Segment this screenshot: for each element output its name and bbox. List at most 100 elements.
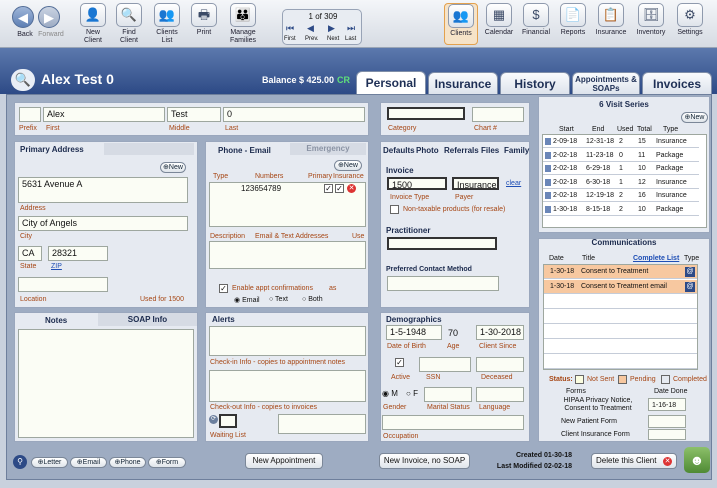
search-icon[interactable]: 🔍 — [11, 69, 35, 91]
tab-defaults[interactable]: Defaults — [383, 146, 415, 155]
ssn-field[interactable] — [419, 357, 471, 372]
clients-list-button[interactable]: 👥 Clients List — [150, 3, 184, 45]
prev-record-icon[interactable]: ◀ — [307, 23, 314, 34]
visit-row[interactable]: 2-02-18 12-19-18 2 16 Insurance — [543, 189, 699, 202]
payer-field[interactable]: Insurance — [452, 177, 499, 190]
insurance-button[interactable]: 📋 Insurance — [593, 3, 629, 45]
tab-referrals[interactable]: Referrals — [444, 146, 479, 155]
calendar-button[interactable]: ▦ Calendar — [482, 3, 516, 45]
android-icon[interactable]: ☻ — [684, 447, 710, 473]
delete-client-button[interactable]: Delete this Client ✕ — [591, 453, 677, 469]
radio-both[interactable]: ○ Both — [302, 296, 323, 303]
nontax-checkbox[interactable] — [390, 205, 399, 214]
waiting-list-field[interactable] — [219, 414, 237, 428]
settings-button[interactable]: ⚙ Settings — [672, 3, 708, 45]
address-field[interactable]: 5631 Avenue A — [18, 177, 188, 203]
practitioner-field[interactable] — [387, 237, 497, 250]
letter-button[interactable]: ⊕Letter — [31, 457, 68, 468]
clear-link[interactable]: clear — [506, 180, 521, 187]
first-record-icon[interactable]: ⏮ — [286, 23, 294, 34]
invoice-type-field[interactable]: 1500 — [387, 177, 447, 190]
dob-field[interactable]: 1-5-1948 — [386, 325, 442, 340]
state-field[interactable]: CA — [18, 246, 42, 261]
print-button[interactable]: 🖶 Print — [189, 3, 219, 45]
notes-field[interactable] — [18, 329, 194, 438]
tab-invoices[interactable]: Invoices — [642, 72, 712, 94]
checkin-field[interactable] — [209, 326, 366, 356]
forward-arrow-icon[interactable]: ▶ — [38, 6, 60, 28]
communication-row[interactable]: 1-30-18 Consent to Treatment @ — [544, 265, 697, 279]
deceased-field[interactable] — [476, 357, 524, 372]
clients-module-button[interactable]: 👥 Clients — [444, 3, 478, 45]
tab-files[interactable]: Files — [481, 146, 499, 155]
phone-button[interactable]: ⊕Phone — [109, 457, 146, 468]
insurance-checkbox[interactable]: ✓ — [335, 184, 344, 193]
new-appointment-button[interactable]: New Appointment — [245, 453, 323, 469]
contact-method-field[interactable] — [387, 276, 499, 291]
gender-male-radio[interactable]: ◉ M — [382, 389, 398, 398]
first-name-field[interactable]: Alex — [43, 107, 165, 122]
visit-row[interactable]: 2-02-18 6-29-18 1 10 Package — [543, 162, 699, 175]
tab-soap-info[interactable]: SOAP Info — [98, 313, 197, 326]
form-button[interactable]: ⊕Form — [148, 457, 186, 468]
radio-text[interactable]: ○ Text — [269, 296, 288, 303]
new-client-button[interactable]: 👤 New Client — [77, 3, 109, 45]
tab-family[interactable]: Family — [504, 146, 529, 155]
inventory-button[interactable]: 🗄 Inventory — [633, 3, 669, 45]
waiting-list-icon[interactable]: ⟳ — [209, 415, 218, 424]
middle-name-field[interactable]: Test — [167, 107, 221, 122]
primary-checkbox[interactable]: ✓ — [324, 184, 333, 193]
confirm-checkbox[interactable]: ✓ — [219, 284, 228, 293]
reports-button[interactable]: 📄 Reports — [557, 3, 589, 45]
visit-row[interactable]: 2-02-18 11-23-18 0 11 Package — [543, 149, 699, 162]
form-hipaa-date[interactable]: 1-16-18 — [648, 398, 686, 411]
language-field[interactable] — [476, 387, 524, 402]
next-record-icon[interactable]: ▶ — [328, 23, 335, 34]
marital-status-field[interactable] — [424, 387, 472, 402]
gender-female-radio[interactable]: ○ F — [406, 389, 418, 398]
find-client-button[interactable]: 🔍 Find Client — [113, 3, 145, 45]
new-address-button[interactable]: ⊕New — [160, 162, 186, 173]
delete-icon[interactable]: ✕ — [347, 184, 356, 193]
tab-photo[interactable]: Photo — [416, 146, 439, 155]
communication-row[interactable]: 1-30-18 Consent to Treatment email @ — [544, 280, 697, 294]
client-since-field[interactable]: 1-30-2018 — [476, 325, 524, 340]
zip-field[interactable]: 28321 — [48, 246, 108, 261]
last-record-icon[interactable]: ⏭ — [347, 23, 355, 34]
location-field[interactable] — [18, 277, 108, 292]
email-list[interactable] — [209, 241, 366, 269]
city-field[interactable]: City of Angels — [18, 216, 188, 231]
visit-row[interactable]: 2-02-18 6-30-18 1 12 Insurance — [543, 176, 699, 189]
visit-row[interactable]: 2-09-18 12-31-18 2 15 Insurance — [543, 135, 699, 148]
chart-number-field[interactable] — [472, 107, 524, 122]
tab-emergency[interactable]: Emergency — [290, 143, 366, 155]
manage-families-button[interactable]: 👪 Manage Families — [224, 3, 262, 45]
new-invoice-button[interactable]: New Invoice, no SOAP — [379, 453, 470, 469]
form-new-patient-date[interactable] — [648, 415, 686, 428]
phone-number[interactable]: 123654789 — [241, 184, 281, 193]
tab-notes[interactable]: Notes — [45, 316, 67, 325]
tab-history[interactable]: History — [500, 72, 570, 94]
tab-phone-email[interactable]: Phone - Email — [218, 146, 271, 155]
active-checkbox[interactable]: ✓ — [395, 358, 404, 367]
new-visit-series-button[interactable]: ⊕New — [681, 112, 708, 123]
visit-row[interactable]: 1-30-18 8-15-18 2 10 Package — [543, 203, 699, 216]
back-arrow-icon[interactable]: ◀ — [12, 6, 34, 28]
last-name-field[interactable]: 0 — [223, 107, 365, 122]
form-client-insurance-date[interactable] — [648, 429, 686, 440]
prefix-field[interactable] — [19, 107, 41, 122]
zip-lookup-link[interactable]: ZIP — [51, 263, 62, 270]
category-field[interactable] — [387, 107, 465, 120]
tab-appointments-soaps[interactable]: Appointments & SOAPs — [572, 72, 640, 94]
waiting-notes-field[interactable] — [278, 414, 366, 434]
link-icon[interactable]: ⚲ — [13, 455, 27, 469]
financial-button[interactable]: $ Financial — [519, 3, 553, 45]
radio-email[interactable]: ◉ Email — [234, 296, 260, 304]
complete-list-link[interactable]: Complete List — [633, 255, 679, 262]
tab-personal[interactable]: Personal — [356, 71, 426, 95]
checkout-field[interactable] — [209, 370, 366, 402]
tab-insurance[interactable]: Insurance — [428, 72, 498, 94]
email-button[interactable]: ⊕Email — [70, 457, 107, 468]
occupation-field[interactable] — [382, 415, 524, 430]
new-phone-button[interactable]: ⊕New — [334, 160, 362, 171]
